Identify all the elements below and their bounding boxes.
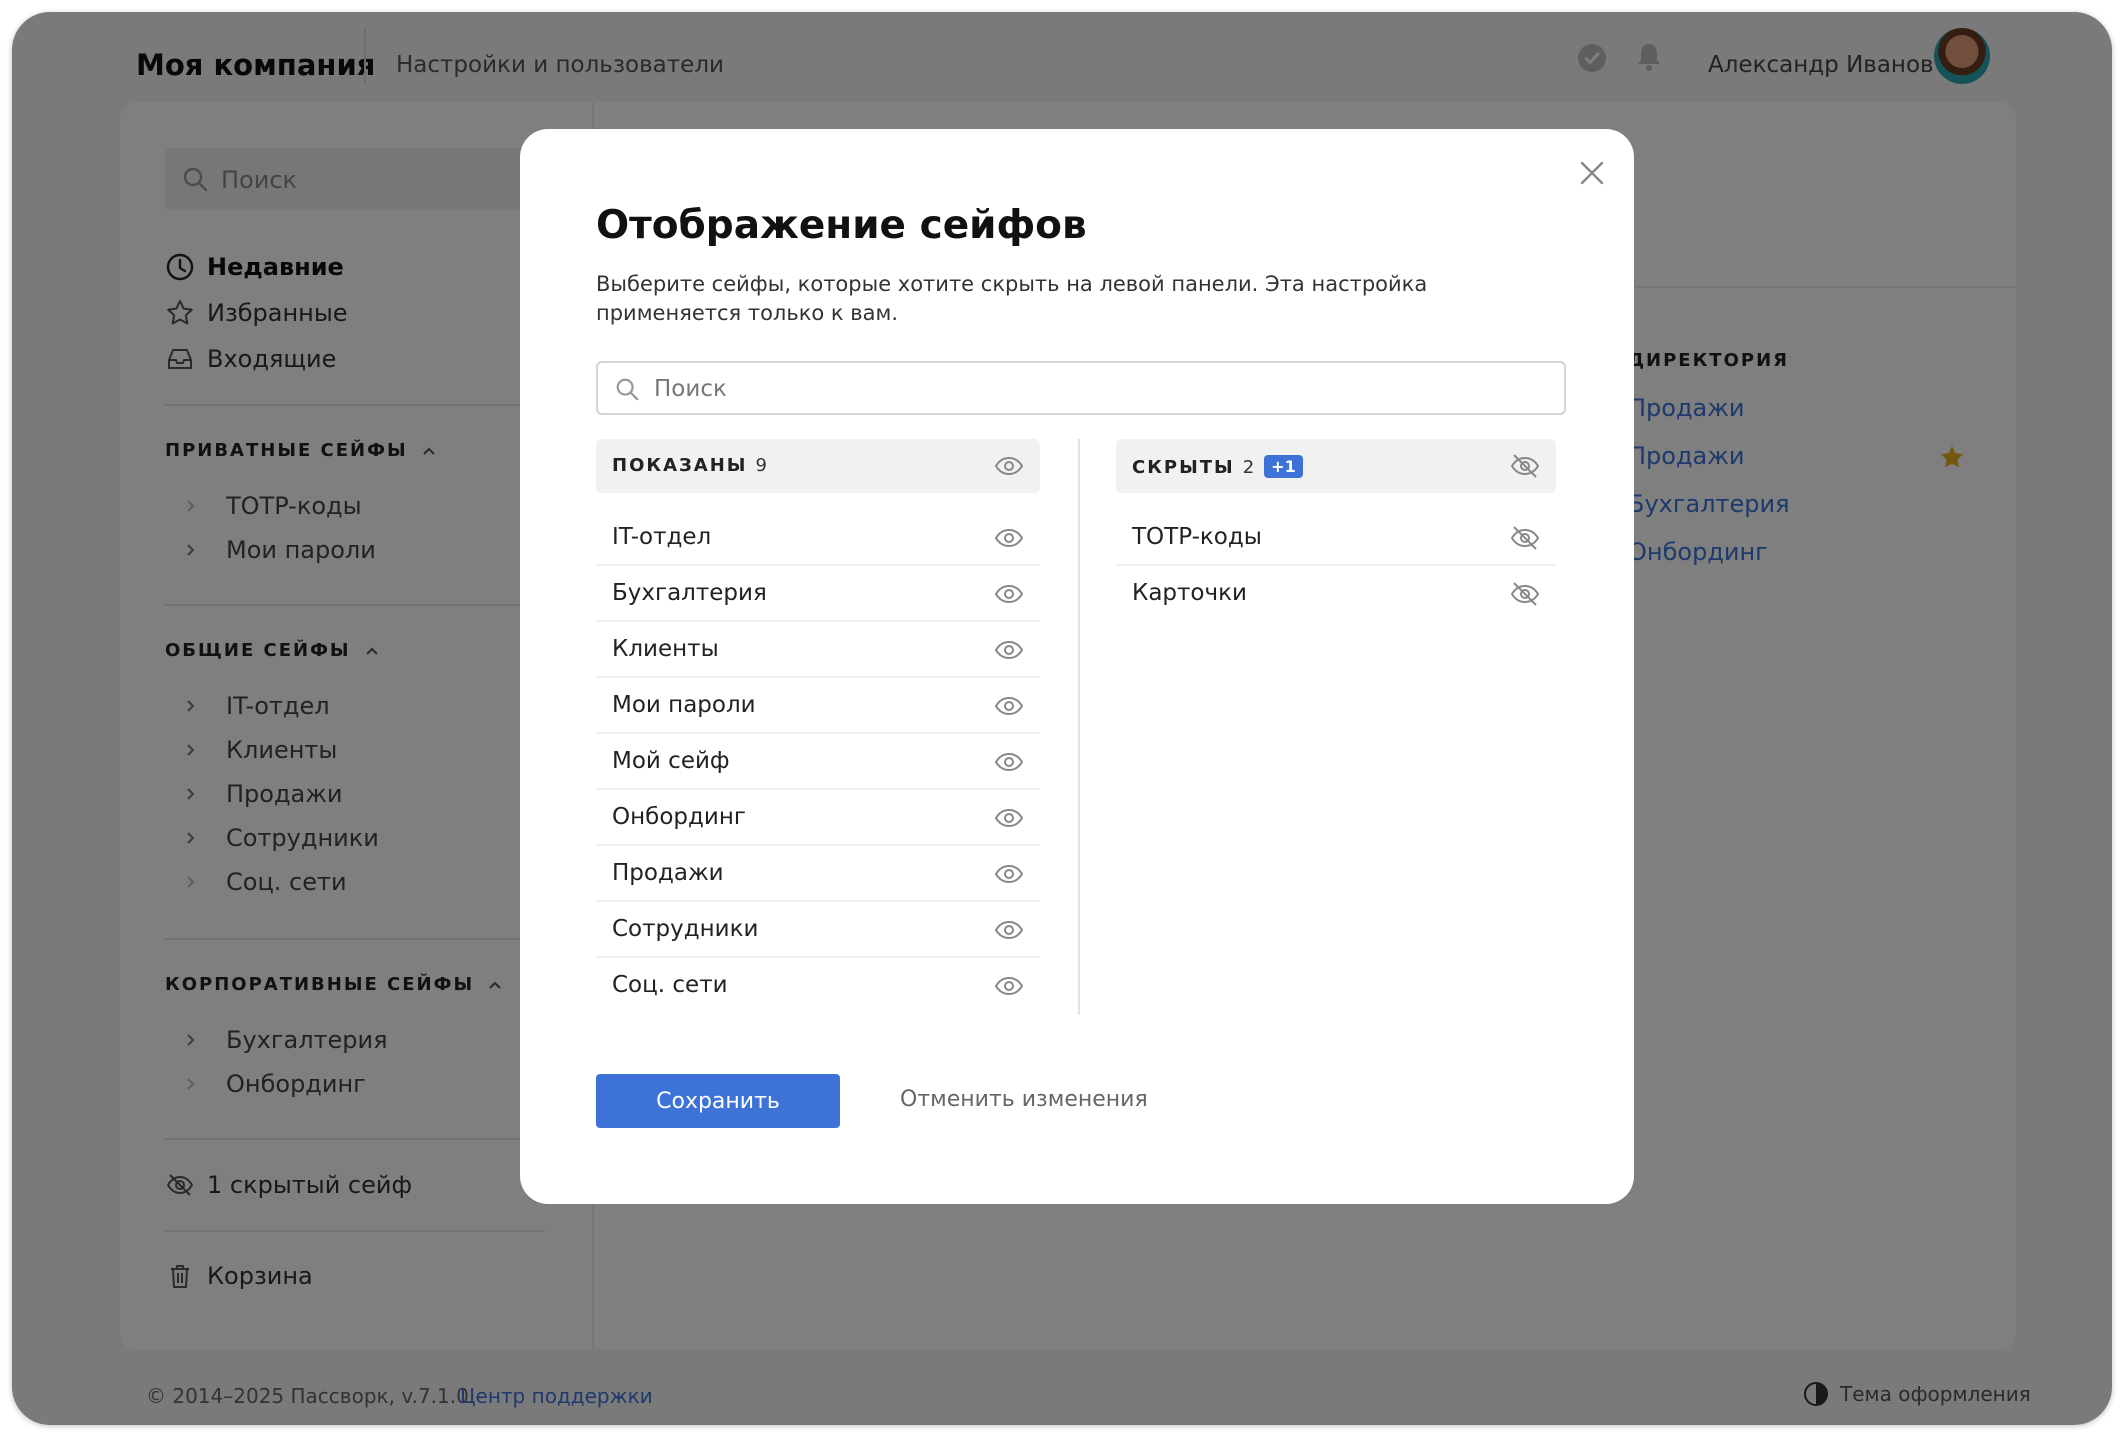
vault-name: Сотрудники bbox=[612, 916, 759, 942]
eye-off-icon[interactable] bbox=[1510, 581, 1540, 607]
vault-name: TOTP-коды bbox=[1132, 524, 1262, 550]
dialog-search-placeholder: Поиск bbox=[654, 376, 727, 402]
shown-vault-row[interactable]: Бухгалтерия bbox=[596, 566, 1040, 622]
dialog-search-input[interactable]: Поиск bbox=[596, 361, 1566, 415]
shown-vault-row[interactable]: Сотрудники bbox=[596, 902, 1040, 958]
hidden-column-header: СКРЫТЫ 2 +1 bbox=[1116, 439, 1556, 493]
vault-name: Соц. сети bbox=[612, 972, 728, 998]
eye-icon[interactable] bbox=[994, 453, 1024, 479]
eye-off-icon[interactable] bbox=[1510, 525, 1540, 551]
eye-icon[interactable] bbox=[994, 637, 1024, 663]
hidden-vault-row[interactable]: Карточки bbox=[1116, 566, 1556, 622]
shown-vault-row[interactable]: Продажи bbox=[596, 846, 1040, 902]
column-divider bbox=[1078, 439, 1080, 1015]
shown-vault-row[interactable]: Мои пароли bbox=[596, 678, 1040, 734]
shown-vault-row[interactable]: Мой сейф bbox=[596, 734, 1040, 790]
hidden-vault-row[interactable]: TOTP-коды bbox=[1116, 510, 1556, 566]
eye-icon[interactable] bbox=[994, 917, 1024, 943]
shown-column-header: ПОКАЗАНЫ 9 bbox=[596, 439, 1040, 493]
cancel-changes-button[interactable]: Отменить изменения bbox=[900, 1087, 1148, 1112]
shown-vault-row[interactable]: Соц. сети bbox=[596, 958, 1040, 1014]
hidden-change-badge: +1 bbox=[1264, 455, 1303, 478]
shown-vault-row[interactable]: Онбординг bbox=[596, 790, 1040, 846]
dialog-title: Отображение сейфов bbox=[596, 203, 1087, 248]
vault-name: Бухгалтерия bbox=[612, 580, 767, 606]
vault-name: Продажи bbox=[612, 860, 724, 886]
eye-icon[interactable] bbox=[994, 861, 1024, 887]
eye-icon[interactable] bbox=[994, 805, 1024, 831]
vault-name: Мои пароли bbox=[612, 692, 756, 718]
app-window: Моя компания Настройки и пользователи Ал… bbox=[12, 12, 2112, 1425]
hidden-count: 2 bbox=[1242, 457, 1255, 478]
eye-icon[interactable] bbox=[994, 525, 1024, 551]
hidden-title: СКРЫТЫ bbox=[1132, 457, 1235, 478]
shown-vault-row[interactable]: IT-отдел bbox=[596, 510, 1040, 566]
shown-title-wrap: ПОКАЗАНЫ 9 bbox=[612, 455, 767, 476]
eye-off-icon[interactable] bbox=[1510, 453, 1540, 479]
search-icon bbox=[616, 378, 639, 401]
eye-icon[interactable] bbox=[994, 581, 1024, 607]
dialog-description: Выберите сейфы, которые хотите скрыть на… bbox=[596, 272, 1428, 325]
vault-name: Онбординг bbox=[612, 804, 746, 830]
eye-icon[interactable] bbox=[994, 693, 1024, 719]
save-button[interactable]: Сохранить bbox=[596, 1074, 840, 1128]
eye-icon[interactable] bbox=[994, 749, 1024, 775]
shown-count: 9 bbox=[755, 455, 767, 476]
shown-title: ПОКАЗАНЫ bbox=[612, 455, 748, 476]
vault-name: IT-отдел bbox=[612, 524, 712, 550]
close-icon[interactable] bbox=[1576, 157, 1608, 189]
vault-name: Клиенты bbox=[612, 636, 719, 662]
shown-vault-row[interactable]: Клиенты bbox=[596, 622, 1040, 678]
eye-icon[interactable] bbox=[994, 973, 1024, 999]
hidden-title-wrap: СКРЫТЫ 2 +1 bbox=[1132, 455, 1303, 478]
vault-name: Карточки bbox=[1132, 580, 1247, 606]
vault-visibility-dialog: Отображение сейфов Выберите сейфы, котор… bbox=[520, 129, 1634, 1204]
vault-name: Мой сейф bbox=[612, 748, 730, 774]
